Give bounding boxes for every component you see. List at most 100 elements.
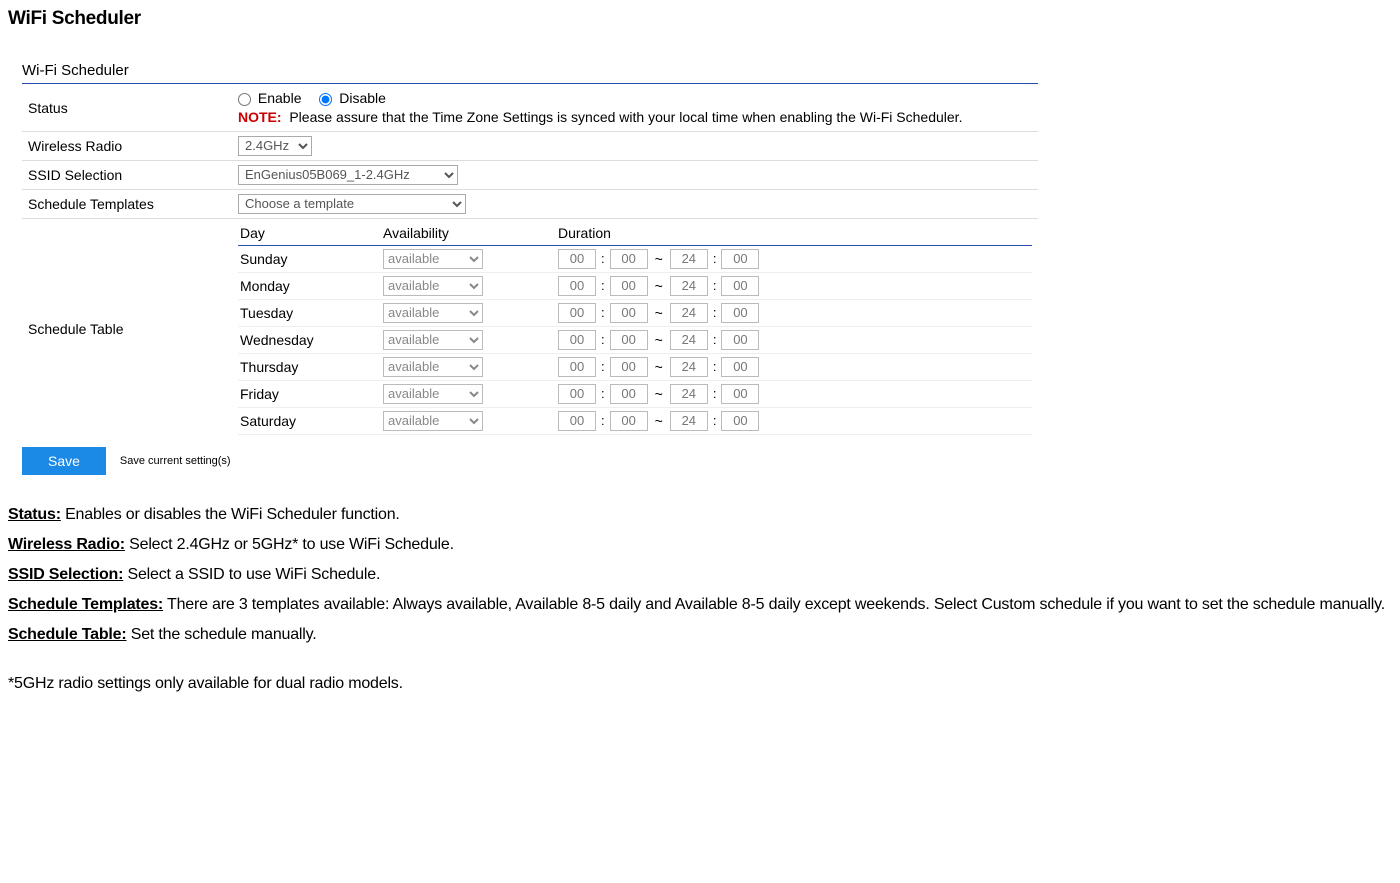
- time-colon: :: [601, 413, 605, 428]
- end-min-input[interactable]: [721, 411, 759, 431]
- save-hint: Save current setting(s): [120, 455, 231, 467]
- page-title: WiFi Scheduler: [8, 8, 1392, 30]
- end-hour-input[interactable]: [670, 249, 708, 269]
- start-min-input[interactable]: [610, 357, 648, 377]
- time-colon: :: [713, 413, 717, 428]
- time-colon: :: [713, 305, 717, 320]
- schedule-table: Day Availability Duration Sundayavailabl…: [238, 223, 1032, 435]
- save-bar: Save Save current setting(s): [22, 447, 1038, 475]
- day-cell: Wednesday: [238, 332, 383, 348]
- schedule-row: Sundayavailable: ~:: [238, 246, 1032, 273]
- start-min-input[interactable]: [610, 303, 648, 323]
- start-hour-input[interactable]: [558, 249, 596, 269]
- start-min-input[interactable]: [610, 330, 648, 350]
- col-day-header: Day: [238, 225, 383, 241]
- col-avail-header: Availability: [383, 225, 558, 241]
- status-radio-group: Enable Disable: [238, 90, 1032, 106]
- description-text: There are 3 templates available: Always …: [163, 596, 1385, 613]
- panel-title: Wi-Fi Scheduler: [22, 60, 1038, 83]
- day-cell: Tuesday: [238, 305, 383, 321]
- end-hour-input[interactable]: [670, 357, 708, 377]
- status-disable-text: Disable: [339, 90, 386, 106]
- end-min-input[interactable]: [721, 303, 759, 323]
- end-min-input[interactable]: [721, 384, 759, 404]
- schedule-body: Sundayavailable:~:Mondayavailable:~:Tues…: [238, 246, 1032, 435]
- template-select[interactable]: Choose a template: [238, 194, 466, 214]
- schedule-row: Saturdayavailable: ~:: [238, 408, 1032, 435]
- availability-select[interactable]: available: [383, 249, 483, 269]
- col-duration-header: Duration: [558, 225, 1032, 241]
- end-min-input[interactable]: [721, 249, 759, 269]
- start-hour-input[interactable]: [558, 357, 596, 377]
- time-colon: :: [713, 386, 717, 401]
- status-disable-label[interactable]: Disable: [319, 90, 386, 106]
- time-range-separator: ~: [653, 332, 665, 348]
- description-term: Schedule Table:: [8, 626, 127, 643]
- day-cell: Sunday: [238, 251, 383, 267]
- description-term: SSID Selection:: [8, 566, 123, 583]
- start-min-input[interactable]: [610, 249, 648, 269]
- ssid-label: SSID Selection: [22, 160, 232, 189]
- time-colon: :: [713, 278, 717, 293]
- start-min-input[interactable]: [610, 411, 648, 431]
- time-colon: :: [601, 251, 605, 266]
- start-hour-input[interactable]: [558, 276, 596, 296]
- schedule-label: Schedule Table: [22, 218, 232, 439]
- settings-form: Status Enable Disable NOTE:: [22, 86, 1038, 439]
- description-text: Select a SSID to use WiFi Schedule.: [123, 566, 380, 583]
- availability-select[interactable]: available: [383, 303, 483, 323]
- availability-select[interactable]: available: [383, 411, 483, 431]
- time-range-separator: ~: [653, 386, 665, 402]
- description-term: Schedule Templates:: [8, 596, 163, 613]
- ssid-select[interactable]: EnGenius05B069_1-2.4GHz: [238, 165, 458, 185]
- end-hour-input[interactable]: [670, 411, 708, 431]
- end-min-input[interactable]: [721, 357, 759, 377]
- availability-select[interactable]: available: [383, 384, 483, 404]
- time-range-separator: ~: [653, 278, 665, 294]
- status-note-text: Please assure that the Time Zone Setting…: [289, 109, 962, 125]
- start-hour-input[interactable]: [558, 411, 596, 431]
- day-cell: Friday: [238, 386, 383, 402]
- availability-select[interactable]: available: [383, 357, 483, 377]
- schedule-header: Day Availability Duration: [238, 225, 1032, 246]
- status-enable-label[interactable]: Enable: [238, 90, 305, 106]
- availability-select[interactable]: available: [383, 276, 483, 296]
- start-hour-input[interactable]: [558, 384, 596, 404]
- time-colon: :: [713, 332, 717, 347]
- start-hour-input[interactable]: [558, 303, 596, 323]
- end-hour-input[interactable]: [670, 276, 708, 296]
- time-colon: :: [601, 359, 605, 374]
- schedule-row: Wednesdayavailable:~:: [238, 327, 1032, 354]
- description-text: Set the schedule manually.: [127, 626, 317, 643]
- day-cell: Saturday: [238, 413, 383, 429]
- description-line: Schedule Table: Set the schedule manuall…: [8, 621, 1392, 649]
- save-button[interactable]: Save: [22, 447, 106, 475]
- start-min-input[interactable]: [610, 384, 648, 404]
- status-disable-radio[interactable]: [319, 93, 332, 106]
- time-colon: :: [713, 251, 717, 266]
- end-hour-input[interactable]: [670, 384, 708, 404]
- panel-separator: [22, 83, 1038, 84]
- end-min-input[interactable]: [721, 276, 759, 296]
- start-min-input[interactable]: [610, 276, 648, 296]
- end-hour-input[interactable]: [670, 330, 708, 350]
- end-min-input[interactable]: [721, 330, 759, 350]
- time-colon: :: [601, 305, 605, 320]
- start-hour-input[interactable]: [558, 330, 596, 350]
- schedule-row: Mondayavailable:~:: [238, 273, 1032, 300]
- status-label: Status: [22, 86, 232, 131]
- scheduler-panel: Wi-Fi Scheduler Status Enable Disable: [22, 60, 1038, 475]
- description-line: Schedule Templates: There are 3 template…: [8, 591, 1392, 619]
- status-note-label: NOTE:: [238, 109, 282, 125]
- time-range-separator: ~: [653, 413, 665, 429]
- schedule-row: Thursdayavailable:~:: [238, 354, 1032, 381]
- description-text: Select 2.4GHz or 5GHz* to use WiFi Sched…: [125, 536, 454, 553]
- time-range-separator: ~: [653, 251, 665, 267]
- time-range-separator: ~: [653, 359, 665, 375]
- status-enable-radio[interactable]: [238, 93, 251, 106]
- footnote: *5GHz radio settings only available for …: [8, 675, 1392, 693]
- day-cell: Thursday: [238, 359, 383, 375]
- wireless-radio-select[interactable]: 2.4GHz: [238, 136, 312, 156]
- availability-select[interactable]: available: [383, 330, 483, 350]
- end-hour-input[interactable]: [670, 303, 708, 323]
